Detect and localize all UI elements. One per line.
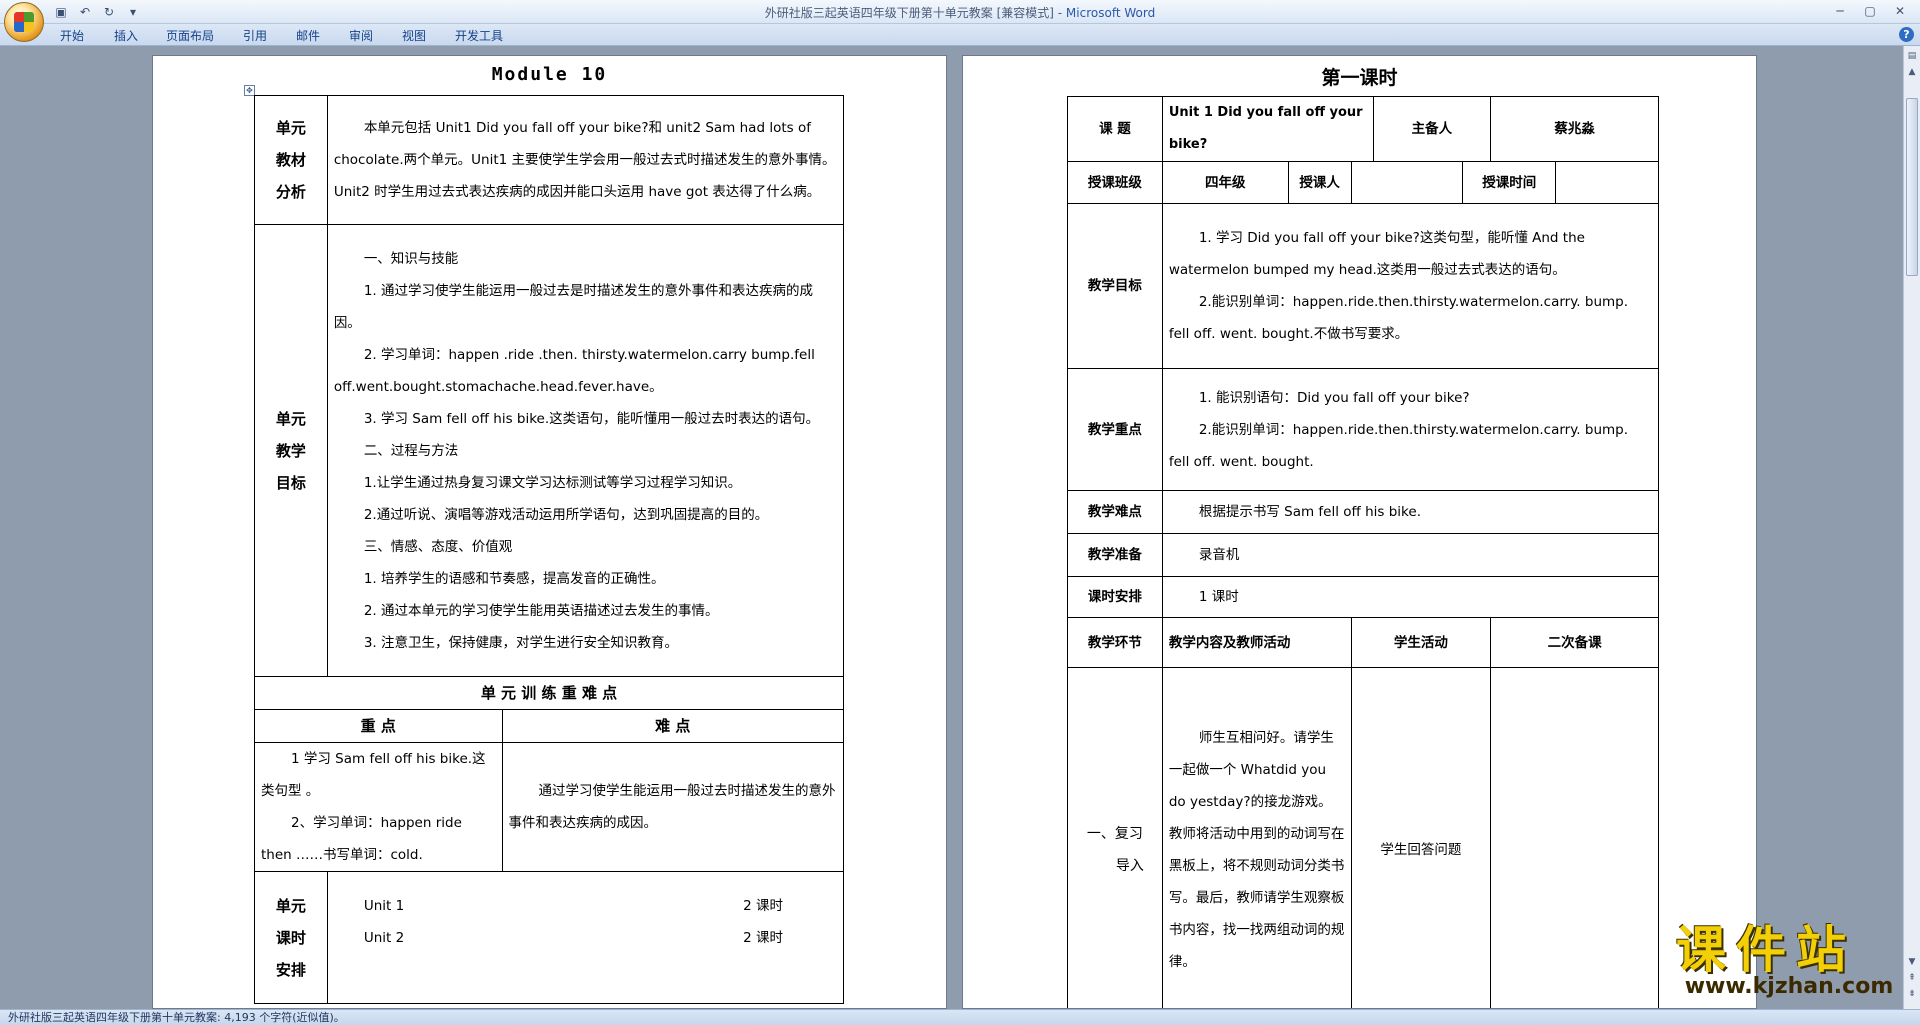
document-title: 外研社版三起英语四年级下册第十单元教案 [兼容模式] - [764, 6, 1066, 20]
schedule-row: Unit 22 课时 [363, 929, 783, 946]
status-bar: 外研社版三起英语四年级下册第十单元教案: 4,193 个字符(近似值)。 [0, 1009, 1920, 1025]
tab-page-layout[interactable]: 页面布局 [166, 27, 214, 44]
student-header: 学生活动 [1350, 617, 1492, 668]
time-value[interactable] [1555, 161, 1659, 204]
help-icon[interactable]: ? [1899, 27, 1914, 42]
time-label: 授课时间 [1462, 161, 1557, 204]
document-page-1[interactable]: Module 10 ✥ 单元 教材 分析 本单元包括 Unit1 Did you… [152, 55, 947, 1009]
goals-label: 单元 教学 目标 [254, 224, 328, 677]
scroll-up-icon[interactable]: ▲ [1906, 66, 1918, 78]
stage1-notes[interactable] [1490, 667, 1659, 1008]
class-value[interactable]: 四年级 [1161, 161, 1289, 204]
document-page-2[interactable]: 第一课时 课 题 Unit 1 Did you fall off your bi… [962, 55, 1757, 1009]
previous-page-icon[interactable]: ⇞ [1906, 972, 1918, 984]
class-label: 授课班级 [1067, 161, 1163, 204]
ribbon-tabs: 开始 插入 页面布局 引用 邮件 审阅 视图 开发工具 ? [0, 24, 1920, 46]
analysis-label: 单元 教材 分析 [254, 95, 328, 225]
objectives-text[interactable]: 1. 学习 Did you fall off your bike?这类句型，能听… [1161, 203, 1660, 369]
unit-plan-table: 单元 教材 分析 本单元包括 Unit1 Did you fall off yo… [254, 95, 845, 1004]
page-title: Module 10 [491, 64, 608, 85]
goals-text[interactable]: 一、知识与技能 1. 通过学习使学生能运用一般过去是时描述发生的意外事件和表达疾… [326, 224, 845, 677]
app-name: Microsoft Word [1065, 6, 1156, 20]
keypoints-text[interactable]: 1. 能识别语句：Did you fall off your bike? 2.能… [1161, 368, 1660, 491]
objectives-label: 教学目标 [1067, 203, 1163, 369]
difficulty-label: 教学难点 [1067, 490, 1163, 534]
minimize-icon[interactable]: ─ [1826, 2, 1854, 20]
stage-header: 教学环节 [1067, 617, 1163, 668]
office-button[interactable] [4, 2, 44, 42]
teacher-label: 授课人 [1287, 161, 1352, 204]
schedule-cell[interactable]: Unit 12 课时 Unit 22 课时 [326, 871, 845, 1004]
difficulty-column-header: 难 点 [501, 709, 845, 743]
tab-review[interactable]: 审阅 [349, 27, 373, 44]
hours-text[interactable]: 1 课时 [1161, 576, 1660, 618]
tab-references[interactable]: 引用 [243, 27, 267, 44]
tab-home[interactable]: 开始 [60, 27, 84, 44]
teacher-value[interactable] [1350, 161, 1464, 204]
stage1-student[interactable]: 学生回答问题 [1350, 667, 1492, 1008]
content-header: 教学内容及教师活动 [1161, 617, 1352, 668]
window-controls: ─ ▢ ✕ [1826, 2, 1914, 20]
analysis-text[interactable]: 本单元包括 Unit1 Did you fall off your bike?和… [326, 95, 845, 225]
close-icon[interactable]: ✕ [1886, 2, 1914, 20]
tab-mailings[interactable]: 邮件 [296, 27, 320, 44]
keypoints-header: 单 元 训 练 重 难 点 [254, 676, 844, 710]
keypoints-label: 教学重点 [1067, 368, 1163, 491]
office-logo-icon [14, 12, 34, 32]
title-bar: ▣ ↶ ↻ ▾ 外研社版三起英语四年级下册第十单元教案 [兼容模式] - Mic… [0, 0, 1920, 42]
ruler-toggle-icon[interactable]: ▤ [1906, 50, 1918, 62]
lesson-plan-table: 课 题 Unit 1 Did you fall off your bike? 主… [1067, 96, 1660, 1008]
schedule-label: 单元 课时 安排 [254, 871, 328, 1004]
difficulty-text[interactable]: 根据提示书写 Sam fell off his bike. [1161, 490, 1660, 534]
key-column-header: 重 点 [254, 709, 503, 743]
schedule-row: Unit 12 课时 [363, 897, 783, 914]
watermark-url: www.kjzhan.com [1684, 974, 1894, 999]
key-points-cell[interactable]: 1 学习 Sam fell off his bike.这类句型 。 2、学习单词… [254, 742, 503, 872]
hours-label: 课时安排 [1067, 576, 1163, 618]
lesson-title: 第一课时 [1321, 67, 1398, 89]
tab-insert[interactable]: 插入 [114, 27, 138, 44]
next-page-icon[interactable]: ⇟ [1906, 988, 1918, 1000]
preparer-label: 主备人 [1372, 96, 1492, 162]
scroll-thumb[interactable] [1906, 98, 1918, 276]
stage1-content[interactable]: 师生互相问好。请学生一起做一个 Whatdid you do yestday?的… [1161, 667, 1352, 1008]
word-count[interactable]: 外研社版三起英语四年级下册第十单元教案: 4,193 个字符(近似值)。 [8, 1011, 345, 1024]
tab-view[interactable]: 视图 [402, 27, 426, 44]
site-watermark: 课件站 www.kjzhan.com [1676, 924, 1902, 998]
tab-developer[interactable]: 开发工具 [455, 27, 503, 44]
topic-label: 课 题 [1067, 96, 1163, 162]
stage1-label: 一、复习 导入 [1067, 667, 1163, 1008]
notes-header: 二次备课 [1490, 617, 1659, 668]
maximize-icon[interactable]: ▢ [1856, 2, 1884, 20]
difficulty-cell[interactable]: 通过学习使学生能运用一般过去时描述发生的意外事件和表达疾病的成因。 [501, 742, 845, 872]
scroll-down-icon[interactable]: ▼ [1906, 956, 1918, 968]
window-title: 外研社版三起英语四年级下册第十单元教案 [兼容模式] - Microsoft W… [0, 4, 1920, 21]
watermark-title: 课件站 [1676, 921, 1856, 979]
topic-value[interactable]: Unit 1 Did you fall off your bike? [1161, 96, 1374, 162]
prep-text[interactable]: 录音机 [1161, 533, 1660, 577]
preparer-value[interactable]: 蔡兆淼 [1490, 96, 1659, 162]
prep-label: 教学准备 [1067, 533, 1163, 577]
vertical-scrollbar[interactable]: ▤ ▲ ▼ ⇞ ⇟ [1903, 46, 1920, 1009]
